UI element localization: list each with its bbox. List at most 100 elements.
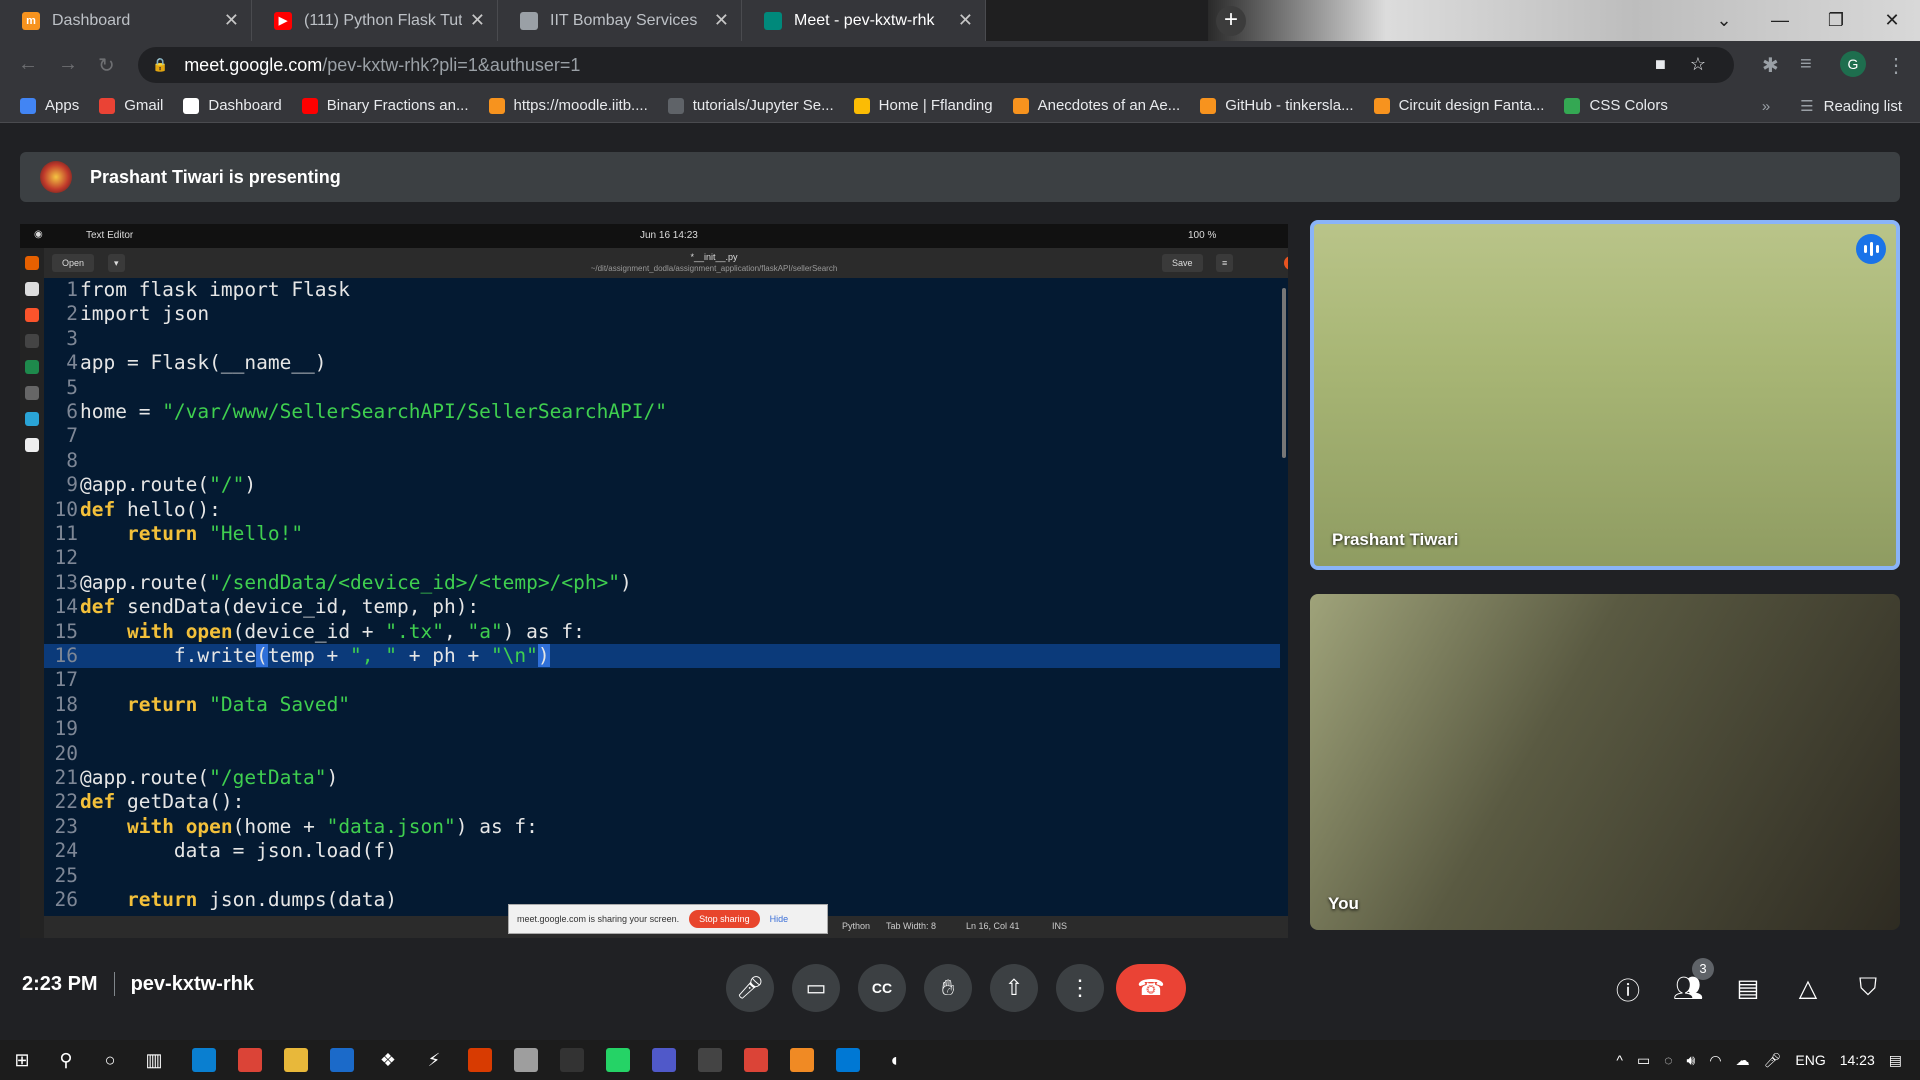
bookmark-item[interactable]: tutorials/Jupyter Se... xyxy=(667,97,834,114)
edge-icon[interactable] xyxy=(192,1048,216,1072)
code-line[interactable]: 11 return "Hello!" xyxy=(44,522,1280,546)
save-button[interactable]: Save xyxy=(1162,254,1203,272)
bookmark-item[interactable]: Apps xyxy=(20,97,79,114)
editor-scrollbar[interactable] xyxy=(1280,278,1288,916)
camera-button[interactable]: ▭ xyxy=(792,964,840,1012)
microphone-tray-icon[interactable]: 🎤︎ xyxy=(1764,1052,1782,1069)
hide-notice-button[interactable]: Hide xyxy=(770,914,789,924)
onedrive-icon[interactable]: ☁ xyxy=(1736,1052,1750,1069)
reading-list-icon[interactable]: ☰ xyxy=(1800,97,1813,115)
windows-start-icon[interactable]: ⊞ xyxy=(10,1048,34,1072)
cortana-icon[interactable]: ○ xyxy=(98,1048,122,1072)
chrome-icon[interactable] xyxy=(744,1048,768,1072)
code-line[interactable]: 15 with open(device_id + ".tx", "a") as … xyxy=(44,620,1280,644)
bookmark-item[interactable]: https://moodle.iitb.... xyxy=(488,97,648,114)
code-line[interactable]: 25 xyxy=(44,864,1280,888)
captions-button[interactable]: CC xyxy=(858,964,906,1012)
file-explorer-icon[interactable] xyxy=(284,1048,308,1072)
close-editor-icon[interactable] xyxy=(1284,256,1288,270)
back-icon[interactable]: ← xyxy=(18,53,38,76)
bookmark-item[interactable]: Gmail xyxy=(99,97,163,114)
app-icon[interactable] xyxy=(514,1048,538,1072)
code-line[interactable]: 14 def sendData(device_id, temp, ph): xyxy=(44,595,1280,619)
taskbar-clock[interactable]: 14:23 xyxy=(1840,1052,1875,1068)
code-line[interactable]: 9 @app.route("/") xyxy=(44,473,1280,497)
address-bar[interactable]: 🔒 meet.google.com/pev-kxtw-rhk?pli=1&aut… xyxy=(138,47,1734,83)
participant-tile-self[interactable]: You xyxy=(1310,594,1900,930)
vlc-icon[interactable] xyxy=(790,1048,814,1072)
battery-icon[interactable]: ▭ xyxy=(1637,1052,1650,1069)
media-control-icon[interactable]: ≡ xyxy=(1800,53,1812,76)
wifi-icon[interactable]: ◠ xyxy=(1709,1052,1721,1069)
close-tab-icon[interactable]: ✕ xyxy=(714,10,729,31)
bookmark-star-icon[interactable]: ☆ xyxy=(1690,54,1706,75)
forward-icon[interactable]: → xyxy=(58,53,78,76)
hamburger-menu-icon[interactable]: ≡ xyxy=(1216,254,1234,272)
close-tab-icon[interactable]: ✕ xyxy=(958,10,973,31)
browser-tab[interactable]: ▶ (111) Python Flask Tutorial 4 - Ha ✕ xyxy=(252,0,498,41)
meeting-details-icon[interactable]: ⓘ xyxy=(1612,972,1644,1005)
code-line[interactable]: 7 xyxy=(44,424,1280,448)
code-line[interactable]: 2 import json xyxy=(44,302,1280,326)
chat-icon[interactable]: ▤ xyxy=(1732,972,1764,1004)
open-button[interactable]: Open xyxy=(52,254,95,272)
code-line[interactable]: 13 @app.route("/sendData/<device_id>/<tem… xyxy=(44,571,1280,595)
browser-tab[interactable]: m Dashboard ✕ xyxy=(0,0,252,41)
minimize-button[interactable]: — xyxy=(1752,0,1808,41)
reload-icon[interactable]: ↻ xyxy=(98,53,115,78)
code-line[interactable]: 20 xyxy=(44,742,1280,766)
vscode-icon[interactable] xyxy=(836,1048,860,1072)
raise-hand-button[interactable]: ✋︎ xyxy=(924,964,972,1012)
network-icon[interactable]: ◌ xyxy=(1664,1052,1672,1068)
search-icon[interactable]: ⚲ xyxy=(54,1048,78,1072)
reading-list-button[interactable]: Reading list xyxy=(1824,98,1902,115)
code-line[interactable]: 4 app = Flask(__name__) xyxy=(44,351,1280,375)
chrome-icon[interactable] xyxy=(238,1048,262,1072)
lock-icon[interactable]: 🔒 xyxy=(152,57,168,73)
bookmark-item[interactable]: Dashboard xyxy=(183,97,282,114)
teams-icon[interactable] xyxy=(652,1048,676,1072)
microphone-button[interactable]: 🎤︎ xyxy=(726,964,774,1012)
browser-menu-icon[interactable]: ⋮ xyxy=(1886,53,1906,78)
code-line[interactable]: 23 with open(home + "data.json") as f: xyxy=(44,815,1280,839)
status-language[interactable]: Python xyxy=(842,921,870,931)
code-line[interactable]: 17 xyxy=(44,668,1280,692)
bookmark-item[interactable]: Home | Fflanding xyxy=(853,97,993,114)
whatsapp-icon[interactable] xyxy=(606,1048,630,1072)
office-icon[interactable] xyxy=(468,1048,492,1072)
code-line[interactable]: 6 home = "/var/www/SellerSearchAPI/Seller… xyxy=(44,400,1280,424)
language-indicator[interactable]: ENG xyxy=(1795,1052,1825,1068)
task-view-icon[interactable]: ▥ xyxy=(142,1048,166,1072)
more-options-button[interactable]: ⋮ xyxy=(1056,964,1104,1012)
bookmarks-overflow-icon[interactable]: » xyxy=(1762,98,1770,115)
stop-sharing-button[interactable]: Stop sharing xyxy=(689,910,760,928)
mail-icon[interactable] xyxy=(330,1048,354,1072)
participant-tile-presenter[interactable]: Prashant Tiwari xyxy=(1310,220,1900,570)
terminal-icon[interactable] xyxy=(560,1048,584,1072)
code-line[interactable]: 12 xyxy=(44,546,1280,570)
browser-tab[interactable]: Meet - pev-kxtw-rhk ✕ xyxy=(742,0,986,41)
new-tab-button[interactable]: + xyxy=(1216,6,1246,36)
code-line[interactable]: 10 def hello(): xyxy=(44,498,1280,522)
gc-icon[interactable] xyxy=(698,1048,722,1072)
code-line[interactable]: 19 xyxy=(44,717,1280,741)
camera-in-use-icon[interactable]: ■ xyxy=(1655,54,1666,75)
bookmark-item[interactable]: GitHub - tinkersla... xyxy=(1200,97,1354,114)
open-menu-icon[interactable]: ▾ xyxy=(108,254,125,272)
profile-avatar[interactable]: G xyxy=(1840,51,1866,77)
code-line[interactable]: 24 data = json.load(f) xyxy=(44,839,1280,863)
chrome-menu-icon[interactable]: ⌄ xyxy=(1696,0,1752,41)
bookmark-item[interactable]: CSS Colors xyxy=(1564,97,1668,114)
tray-expand-icon[interactable]: ^ xyxy=(1616,1052,1623,1068)
volume-icon[interactable]: 🔊︎ xyxy=(1687,1052,1696,1069)
dropbox-icon[interactable]: ❖ xyxy=(376,1048,400,1072)
host-controls-icon[interactable]: ⛉ xyxy=(1852,972,1884,1004)
status-tab-width[interactable]: Tab Width: 8 xyxy=(886,921,936,931)
notifications-icon[interactable]: ▤ xyxy=(1889,1052,1902,1069)
code-line[interactable]: 5 xyxy=(44,376,1280,400)
bookmark-item[interactable]: Binary Fractions an... xyxy=(301,97,469,114)
code-line[interactable]: 18 return "Data Saved" xyxy=(44,693,1280,717)
browser-tab[interactable]: IIT Bombay Services ✕ xyxy=(498,0,742,41)
restore-button[interactable]: ❐ xyxy=(1808,0,1864,41)
code-line[interactable]: 22 def getData(): xyxy=(44,790,1280,814)
